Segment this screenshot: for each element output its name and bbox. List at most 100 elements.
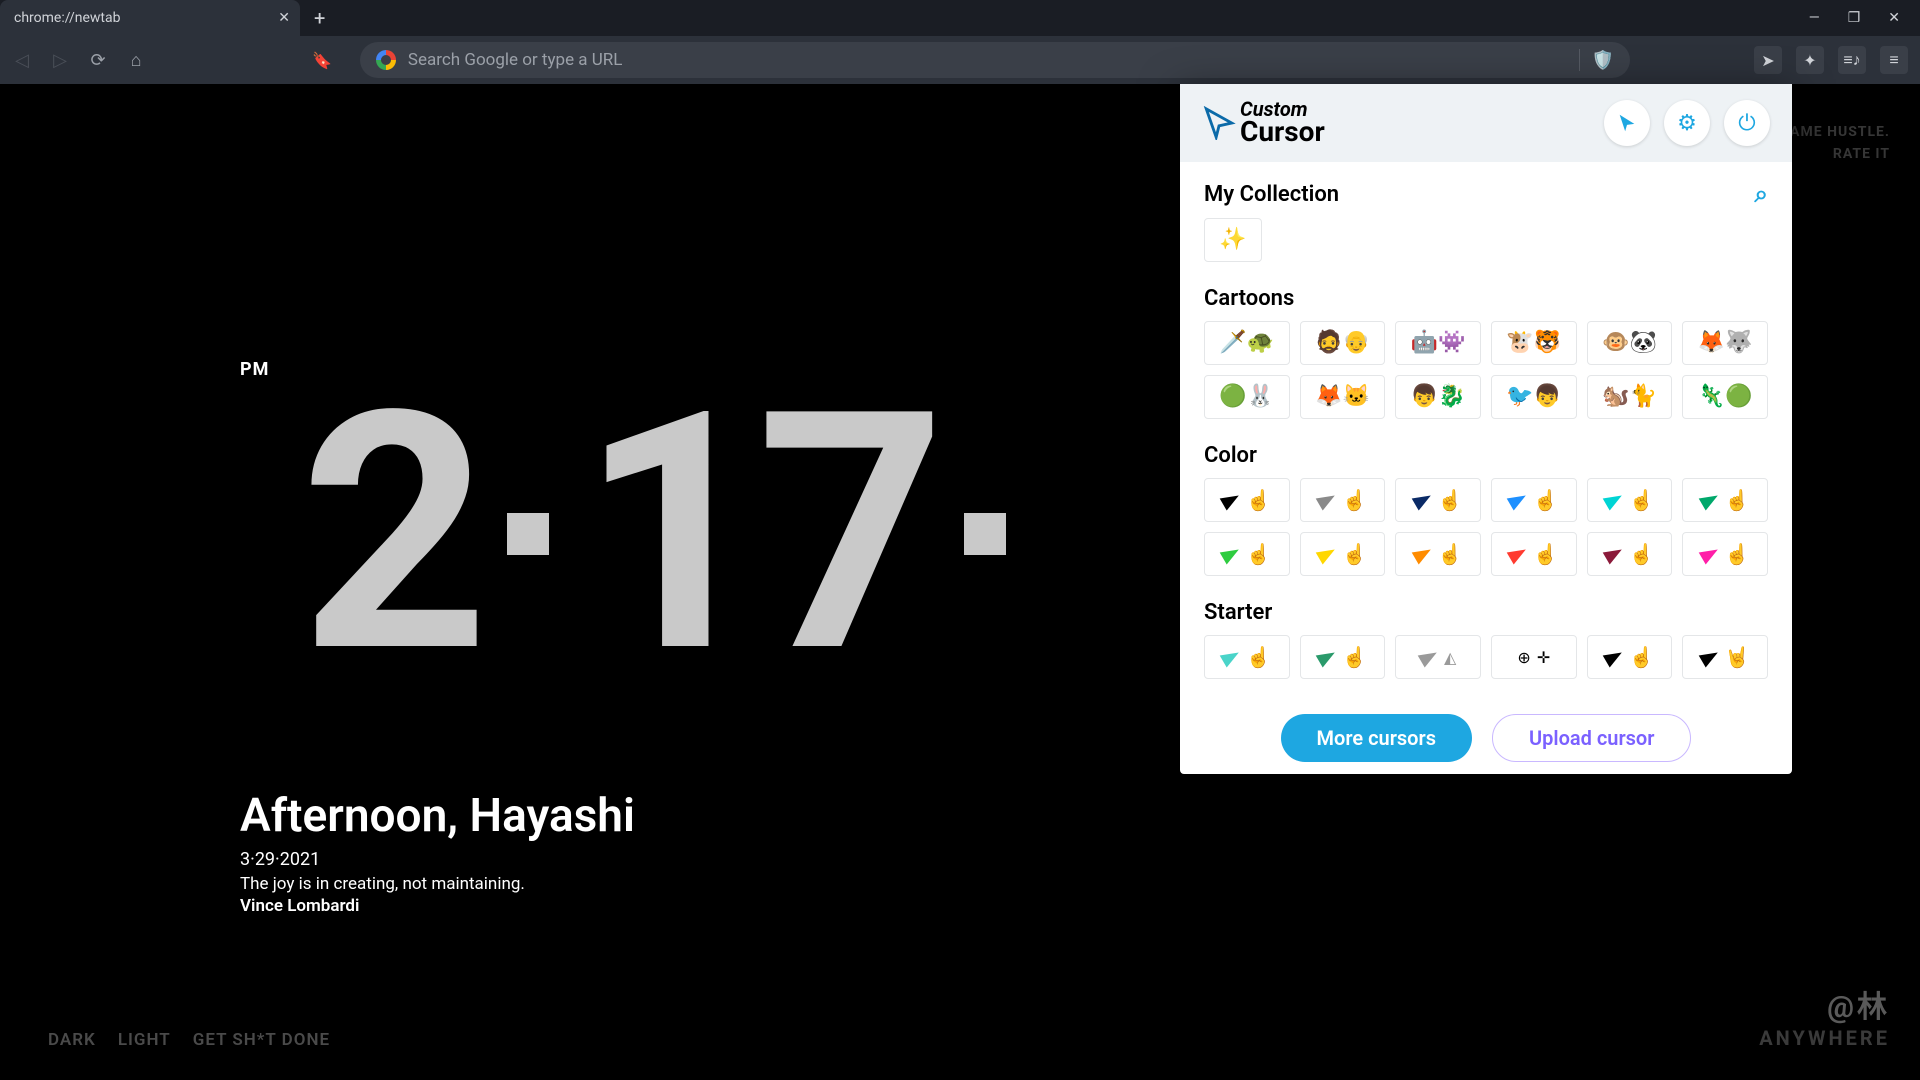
extensions-icon[interactable]: ✦ <box>1796 46 1824 74</box>
cursor-color-item[interactable]: ☝ <box>1682 532 1768 576</box>
sparkle-icon: ✨ <box>1219 229 1246 251</box>
hand-icon: ☝ <box>1533 542 1558 566</box>
cursor-starter-item[interactable]: ☝ <box>1587 635 1673 679</box>
color-grid: ☝ ☝ ☝ ☝ ☝ ☝ ☝ ☝ ☝ ☝ ☝ ☝ <box>1204 478 1768 576</box>
cursor-pack-item[interactable]: 🐿️🐈 <box>1587 375 1673 419</box>
clock-hour: 2 <box>300 369 477 699</box>
pointer-icon <box>1698 543 1721 564</box>
cursor-starter-item[interactable]: ☝ <box>1204 635 1290 679</box>
close-window-icon[interactable]: ✕ <box>1888 10 1900 26</box>
reload-button[interactable]: ⟳ <box>88 50 108 71</box>
color-section: Color ☝ ☝ ☝ ☝ ☝ ☝ ☝ ☝ ☝ ☝ ☝ ☝ <box>1204 443 1768 576</box>
cursor-color-item[interactable]: ☝ <box>1204 478 1290 522</box>
my-collection-item[interactable]: ✨ <box>1204 218 1262 262</box>
cursor-color-item[interactable]: ☝ <box>1395 478 1481 522</box>
upload-cursor-button[interactable]: Upload cursor <box>1492 714 1691 762</box>
cursor-pack-item[interactable]: 🤖👾 <box>1395 321 1481 365</box>
promo-line1: SAME HUSTLE. <box>1780 124 1890 140</box>
pointer-icon <box>1220 489 1243 510</box>
maximize-icon[interactable]: ❐ <box>1848 10 1861 26</box>
power-button[interactable]: ⏻ <box>1724 100 1770 146</box>
hand-icon: ☝ <box>1533 488 1558 512</box>
date-text: 3·29·2021 <box>240 849 320 870</box>
cursor-pack-item[interactable]: 🦊🐱 <box>1300 375 1386 419</box>
popup-actions: ⚙ ⏻ <box>1604 100 1770 146</box>
forward-button[interactable]: ▷ <box>50 50 70 71</box>
clock-separator-icon <box>507 513 549 555</box>
cursor-color-item[interactable]: ☝ <box>1300 532 1386 576</box>
cursor-pack-item[interactable]: 🟢🐰 <box>1204 375 1290 419</box>
hand-icon: ☝ <box>1342 488 1367 512</box>
cursor-starter-item[interactable]: ⊕✛ <box>1491 635 1577 679</box>
cursor-starter-item[interactable]: 🤘 <box>1682 635 1768 679</box>
pointer-icon <box>1698 489 1721 510</box>
watermark-line2: ANYWHERE <box>1759 1026 1890 1050</box>
theme-hustle-button[interactable]: GET SH*T DONE <box>193 1030 330 1050</box>
cursor-pack-item[interactable]: 🗡️🐢 <box>1204 321 1290 365</box>
back-button[interactable]: ◁ <box>12 50 32 71</box>
cursor-pack-item[interactable]: 🐵🐼 <box>1587 321 1673 365</box>
hand-icon: ☝ <box>1246 542 1271 566</box>
toolbar-right: ➤ ✦ ≡♪ ≡ <box>1754 46 1908 74</box>
meridiem-label: PM <box>240 359 269 380</box>
more-cursors-button[interactable]: More cursors <box>1281 714 1472 762</box>
cursor-color-item[interactable]: ☝ <box>1491 532 1577 576</box>
hand-icon: ☝ <box>1629 542 1654 566</box>
bookmark-icon[interactable]: 🔖 <box>312 51 332 70</box>
menu-icon[interactable]: ≡ <box>1880 46 1908 74</box>
playlist-icon[interactable]: ≡♪ <box>1838 46 1866 74</box>
promo-line2[interactable]: RATE IT <box>1780 146 1890 162</box>
cursor-logo-icon <box>1202 106 1236 140</box>
cursor-color-item[interactable]: ☝ <box>1204 532 1290 576</box>
theme-dark-button[interactable]: DARK <box>48 1030 96 1050</box>
address-bar[interactable]: Search Google or type a URL 🛡️ <box>360 42 1630 78</box>
pointer-icon <box>1507 489 1530 510</box>
home-button[interactable]: ⌂ <box>126 50 146 71</box>
browser-tab[interactable]: chrome://newtab ✕ <box>0 0 300 36</box>
rock-hand-icon: 🤘 <box>1725 645 1750 669</box>
newtab-page: PM 2 17 Afternoon, Hayashi 3·29·2021 The… <box>0 84 1920 1080</box>
popup-body: My Collection ⌕ ✨ Cartoons 🗡️🐢 🧔👴 🤖👾 🐮🐯 … <box>1180 162 1792 702</box>
minimize-icon[interactable]: — <box>1809 10 1820 26</box>
starter-title: Starter <box>1204 600 1768 625</box>
cursor-starter-item[interactable]: ◭ <box>1395 635 1481 679</box>
cursor-color-item[interactable]: ☝ <box>1491 478 1577 522</box>
cursor-pack-item[interactable]: 🦊🐺 <box>1682 321 1768 365</box>
hand-icon: ☝ <box>1246 645 1271 669</box>
google-icon <box>376 50 396 70</box>
cursor-pack-item[interactable]: 👦🐉 <box>1395 375 1481 419</box>
hand-icon: ☝ <box>1629 645 1654 669</box>
cursor-pack-item[interactable]: 🐮🐯 <box>1491 321 1577 365</box>
cursor-pack-item[interactable]: 🐦👦 <box>1491 375 1577 419</box>
triangle-icon: ◭ <box>1444 648 1456 667</box>
my-collection-header: My Collection ⌕ <box>1204 180 1768 208</box>
pointer-icon <box>1616 112 1638 134</box>
pointer-icon <box>1220 543 1243 564</box>
settings-button[interactable]: ⚙ <box>1664 100 1710 146</box>
cursor-pack-item[interactable]: 🦎🟢 <box>1682 375 1768 419</box>
cursor-starter-item[interactable]: ☝ <box>1300 635 1386 679</box>
theme-light-button[interactable]: LIGHT <box>118 1030 171 1050</box>
address-placeholder: Search Google or type a URL <box>408 50 1567 70</box>
shield-icon[interactable]: 🛡️ <box>1592 50 1614 71</box>
cursor-pack-item[interactable]: 🧔👴 <box>1300 321 1386 365</box>
cursor-color-item[interactable]: ☝ <box>1587 532 1673 576</box>
search-icon[interactable]: ⌕ <box>1755 180 1768 208</box>
cursor-color-item[interactable]: ☝ <box>1682 478 1768 522</box>
close-tab-icon[interactable]: ✕ <box>278 10 290 26</box>
greeting-text: Afternoon, Hayashi <box>240 789 635 843</box>
default-cursor-button[interactable] <box>1604 100 1650 146</box>
theme-toggle: DARK LIGHT GET SH*T DONE <box>48 1030 330 1050</box>
cursor-color-item[interactable]: ☝ <box>1300 478 1386 522</box>
pointer-icon <box>1507 543 1530 564</box>
power-icon: ⏻ <box>1738 111 1755 136</box>
hand-icon: ☝ <box>1342 542 1367 566</box>
new-tab-button[interactable]: + <box>314 6 325 30</box>
cursor-color-item[interactable]: ☝ <box>1587 478 1673 522</box>
quote-author: Vince Lombardi <box>240 896 359 916</box>
cursor-color-item[interactable]: ☝ <box>1395 532 1481 576</box>
cursor-extension-icon[interactable]: ➤ <box>1754 46 1782 74</box>
pointer-icon <box>1603 646 1626 667</box>
custom-cursor-popup: Custom Cursor ⚙ ⏻ My Collection ⌕ ✨ <box>1180 84 1792 774</box>
popup-header: Custom Cursor ⚙ ⏻ <box>1180 84 1792 162</box>
